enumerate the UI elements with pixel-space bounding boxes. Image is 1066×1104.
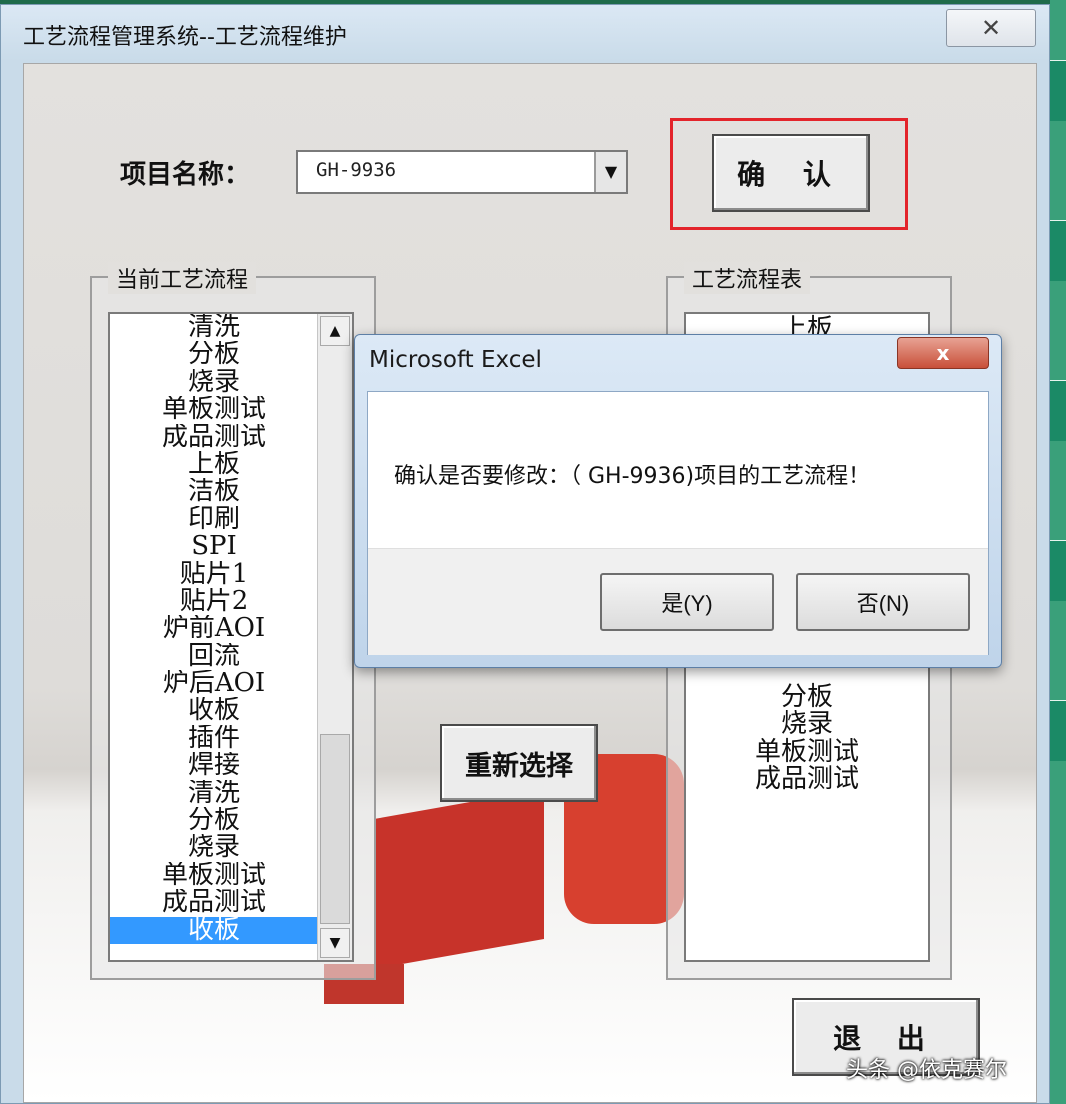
background-tab bbox=[1050, 540, 1066, 601]
background-tab bbox=[1050, 380, 1066, 441]
current-process-item[interactable]: 上板 bbox=[110, 451, 318, 478]
current-process-item[interactable]: 炉前AOI bbox=[110, 615, 318, 642]
combobox-dropdown-button[interactable]: ▼ bbox=[594, 152, 626, 192]
current-process-items: 清洗 分板 烧录 单板测试 成品测试 上板 洁板 印刷 SPI 贴片1 贴片2 炉前AOI 回流 炉后AO… bbox=[110, 314, 318, 944]
project-name-combobox[interactable]: GH-9936 ▼ bbox=[296, 150, 628, 194]
process-table-item[interactable]: 烧录 bbox=[686, 710, 928, 738]
current-process-item[interactable]: 插件 bbox=[110, 725, 318, 752]
background-tab bbox=[1050, 220, 1066, 281]
yes-button[interactable]: 是(Y) bbox=[600, 573, 774, 631]
current-process-item[interactable]: 炉后AOI bbox=[110, 670, 318, 697]
current-process-item[interactable]: 分板 bbox=[110, 807, 318, 834]
scrollbar-thumb[interactable] bbox=[320, 734, 350, 924]
dialog-body: 确认是否要修改：（ GH-9936)项目的工艺流程！ 是(Y) 否(N) bbox=[367, 391, 989, 655]
scroll-up-button[interactable]: ▲ bbox=[320, 316, 350, 346]
current-process-item[interactable]: 成品测试 bbox=[110, 424, 318, 451]
dialog-button-bar: 是(Y) 否(N) bbox=[368, 548, 988, 655]
process-table-item[interactable]: 分板 bbox=[686, 683, 928, 711]
current-process-item[interactable]: 回流 bbox=[110, 643, 318, 670]
process-table-item[interactable]: 单板测试 bbox=[686, 738, 928, 766]
current-process-item[interactable]: 贴片2 bbox=[110, 588, 318, 615]
current-process-listbox[interactable]: 清洗 分板 烧录 单板测试 成品测试 上板 洁板 印刷 SPI 贴片1 贴片2 炉前AOI 回流 炉后AO… bbox=[108, 312, 354, 962]
current-process-item[interactable]: 分板 bbox=[110, 341, 318, 368]
confirm-dialog: Microsoft Excel x 确认是否要修改：（ GH-9936)项目的工… bbox=[354, 334, 1002, 668]
process-table-item[interactable]: 成品测试 bbox=[686, 765, 928, 793]
scroll-down-button[interactable]: ▼ bbox=[320, 928, 350, 958]
current-process-item[interactable]: 收板 bbox=[110, 916, 318, 944]
background-decoration bbox=[374, 789, 544, 969]
project-name-value: GH-9936 bbox=[316, 159, 397, 181]
background-strip-right bbox=[1050, 0, 1066, 1104]
window-title: 工艺流程管理系统--工艺流程维护 bbox=[23, 25, 347, 50]
current-process-item[interactable]: 印刷 bbox=[110, 506, 318, 533]
window-close-button[interactable]: ✕ bbox=[946, 9, 1036, 47]
dialog-message: 确认是否要修改：（ GH-9936)项目的工艺流程！ bbox=[394, 464, 871, 489]
current-process-item[interactable]: 烧录 bbox=[110, 369, 318, 396]
current-process-item[interactable]: 单板测试 bbox=[110, 396, 318, 423]
current-process-item[interactable]: 清洗 bbox=[110, 780, 318, 807]
confirm-button[interactable]: 确 认 bbox=[712, 134, 870, 212]
dialog-close-button[interactable]: x bbox=[897, 337, 989, 369]
current-process-item[interactable]: SPI bbox=[110, 533, 318, 560]
dialog-title: Microsoft Excel bbox=[369, 347, 542, 373]
current-process-item[interactable]: 单板测试 bbox=[110, 862, 318, 889]
arrow-down-icon: ▼ bbox=[329, 935, 341, 951]
current-process-item[interactable]: 清洗 bbox=[110, 314, 318, 341]
watermark-text: 头条 @依克赛尔 bbox=[846, 1058, 1007, 1083]
current-process-item[interactable]: 烧录 bbox=[110, 834, 318, 861]
title-bar: 工艺流程管理系统--工艺流程维护 ✕ bbox=[1, 5, 1049, 61]
current-process-item[interactable]: 洁板 bbox=[110, 478, 318, 505]
current-process-item[interactable]: 焊接 bbox=[110, 752, 318, 779]
chevron-down-icon: ▼ bbox=[604, 162, 618, 181]
current-process-item[interactable]: 收板 bbox=[110, 697, 318, 724]
no-button[interactable]: 否(N) bbox=[796, 573, 970, 631]
current-process-item[interactable]: 贴片1 bbox=[110, 561, 318, 588]
current-process-scrollbar[interactable]: ▲ ▼ bbox=[317, 314, 352, 960]
project-name-label: 项目名称： bbox=[120, 160, 251, 190]
reselect-button[interactable]: 重新选择 bbox=[440, 724, 598, 802]
background-tab bbox=[1050, 60, 1066, 121]
current-process-title: 当前工艺流程 bbox=[108, 262, 257, 294]
process-table-title: 工艺流程表 bbox=[684, 262, 811, 294]
background-tab bbox=[1050, 700, 1066, 761]
arrow-up-icon: ▲ bbox=[329, 323, 341, 339]
process-table-items-bottom: 分板 烧录 单板测试 成品测试 bbox=[686, 683, 928, 794]
current-process-item[interactable]: 成品测试 bbox=[110, 889, 318, 916]
